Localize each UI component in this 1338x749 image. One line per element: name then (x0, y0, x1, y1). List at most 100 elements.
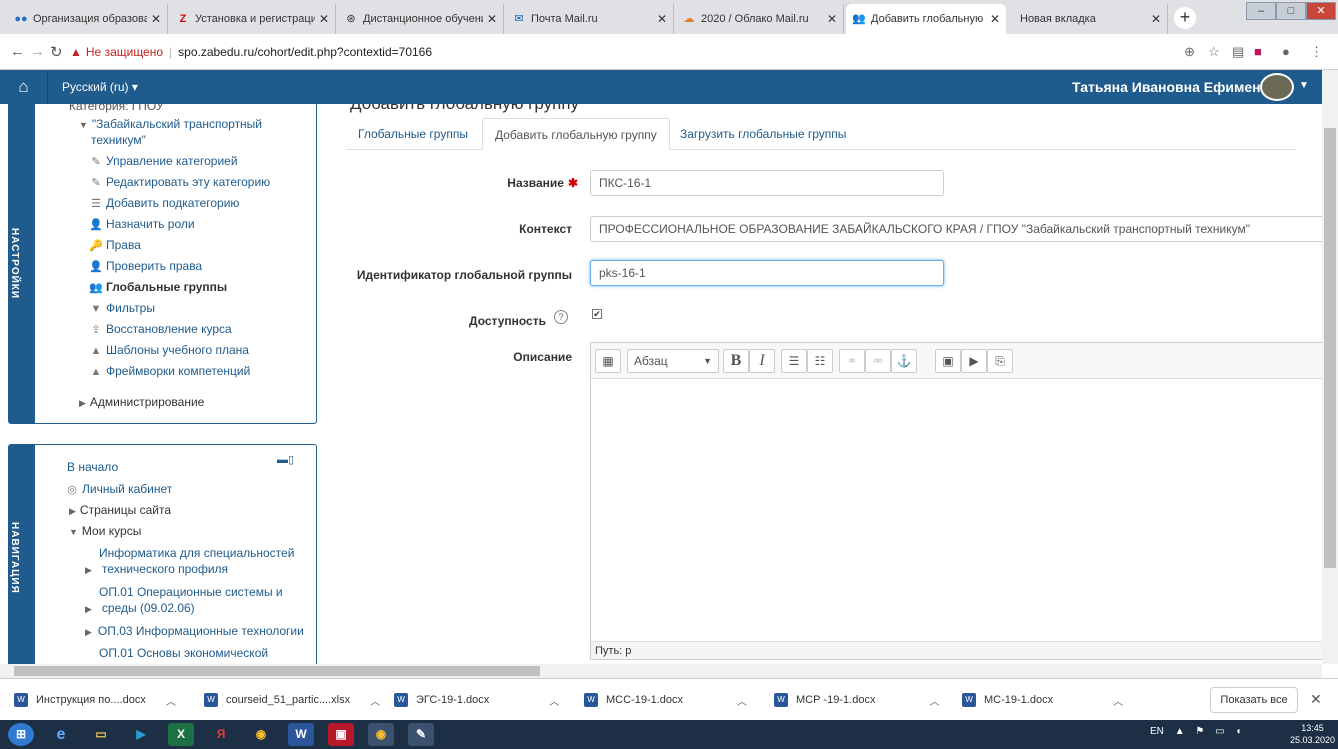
vertical-scrollbar[interactable] (1322, 70, 1338, 664)
anchor-icon[interactable]: ⚓ (891, 349, 917, 373)
flag-icon[interactable]: ⚑ (1195, 726, 1204, 737)
download-item[interactable]: W Инструкция по....docx ︿ (14, 689, 176, 711)
avatar[interactable] (1260, 73, 1294, 101)
browser-tab[interactable]: Новая вкладка ✕ (1008, 4, 1168, 34)
app-icon[interactable]: ✎ (408, 723, 434, 746)
tree-item[interactable]: ☰ Добавить подкатегорию (89, 195, 239, 212)
download-item[interactable]: W ЭГС-19-1.docx ︿ (394, 689, 559, 711)
visible-checkbox[interactable]: ✔ (592, 309, 602, 319)
close-icon[interactable]: ✕ (657, 12, 667, 26)
ie-icon[interactable]: e (48, 723, 74, 746)
browser-tab[interactable]: ✉ Почта Mail.ru ✕ (506, 4, 674, 34)
tree-item[interactable]: ▼ "Забайкальский транспортный (79, 116, 262, 133)
name-input[interactable]: ПКС-16-1 (590, 170, 944, 196)
dock-icon[interactable]: ▬▯ (277, 453, 294, 466)
tree-item[interactable]: ◎ Личный кабинет (65, 481, 172, 498)
browser-tab[interactable]: Z Установка и регистраци ✕ (170, 4, 336, 34)
url-input[interactable]: ▲ Не защищено | spo.zabedu.ru/cohort/edi… (70, 40, 1170, 64)
tree-item[interactable]: 👤 Проверить права (89, 258, 202, 275)
tab-add-cohort[interactable]: Добавить глобальную группу (482, 118, 670, 150)
minimize-button[interactable]: – (1246, 2, 1276, 20)
back-icon[interactable]: ← (10, 43, 25, 60)
menu-icon[interactable]: ⋮ (1310, 44, 1323, 60)
download-item[interactable]: W МСС-19-1.docx ︿ (584, 689, 747, 711)
close-icon[interactable]: ✕ (827, 12, 837, 26)
home-icon[interactable]: ⌂ (0, 70, 48, 104)
security-status[interactable]: Не защищено (86, 45, 163, 59)
chevron-up-icon[interactable]: ▲ (1175, 726, 1185, 737)
network-icon[interactable]: ▭ (1215, 726, 1224, 737)
bold-button[interactable]: B (723, 349, 749, 373)
extension-icon[interactable]: ■ (1254, 44, 1262, 59)
tree-item[interactable]: ⇪ Восстановление курса (89, 321, 231, 338)
tree-item-active[interactable]: 👥 Глобальные группы (89, 279, 227, 296)
maximize-button[interactable]: □ (1276, 2, 1306, 20)
horizontal-scrollbar[interactable] (0, 664, 1322, 678)
bullet-list-icon[interactable]: ☰ (781, 349, 807, 373)
tree-item[interactable]: 👤 Назначить роли (89, 216, 194, 233)
excel-icon[interactable]: X (168, 723, 194, 746)
browser-tab[interactable]: ☁ 2020 / Облако Mail.ru ✕ (676, 4, 844, 34)
manage-files-icon[interactable]: ⎘ (987, 349, 1013, 373)
close-icon[interactable]: ✕ (1151, 12, 1161, 26)
tree-item[interactable]: ▼ Фильтры (89, 300, 155, 317)
show-all-downloads-button[interactable]: Показать все (1210, 687, 1298, 713)
tab-cohorts[interactable]: Глобальные группы (346, 118, 480, 150)
clock[interactable]: 13:45 25.03.2020 (1290, 722, 1335, 746)
forward-icon[interactable]: → (30, 43, 45, 60)
tree-item[interactable]: ▼ Мои курсы (69, 523, 141, 540)
folder-icon[interactable]: ▭ (88, 723, 114, 746)
tree-item[interactable]: Информатика для специальностей (99, 545, 294, 561)
chrome-icon[interactable]: ◉ (248, 723, 274, 746)
chrome-icon[interactable]: ◉ (368, 723, 394, 746)
zoom-icon[interactable]: ⊕ (1184, 44, 1195, 60)
help-icon[interactable]: ? (554, 310, 568, 324)
close-icon[interactable]: ✕ (319, 12, 329, 26)
close-icon[interactable]: ✕ (487, 12, 497, 26)
numbered-list-icon[interactable]: ☷ (807, 349, 833, 373)
chevron-down-icon[interactable]: ▼ (1299, 80, 1309, 91)
start-button-icon[interactable]: ⊞ (8, 723, 34, 746)
volume-icon[interactable]: ◖ (1235, 726, 1241, 737)
tab-upload-cohorts[interactable]: Загрузить глобальные группы (668, 118, 858, 150)
save-icon[interactable]: ▣ (328, 723, 354, 746)
reload-icon[interactable]: ↻ (50, 43, 63, 61)
new-tab-button[interactable]: + (1174, 7, 1196, 29)
tree-item[interactable]: ✎ Управление категорией (89, 153, 237, 170)
image-icon[interactable]: ▣ (935, 349, 961, 373)
tree-item[interactable]: ▶ среды (09.02.06) (85, 600, 195, 617)
toolbar-toggle-icon[interactable]: ▦ (595, 349, 621, 373)
tree-item[interactable]: ✎ Редактировать эту категорию (89, 174, 270, 191)
yandex-icon[interactable]: Я (208, 723, 234, 746)
italic-button[interactable]: I (749, 349, 775, 373)
browser-tab-active[interactable]: 👥 Добавить глобальную г ✕ (846, 4, 1006, 34)
tree-item[interactable]: техникум" (91, 132, 146, 148)
media-icon[interactable]: ▶ (961, 349, 987, 373)
star-icon[interactable]: ☆ (1208, 44, 1220, 60)
extension-icon[interactable]: ▤ (1232, 44, 1244, 60)
tree-item[interactable]: В начало (67, 459, 118, 475)
language-indicator[interactable]: EN (1150, 726, 1164, 737)
editor-content[interactable] (591, 379, 1322, 643)
close-icon[interactable]: ✕ (1310, 691, 1322, 708)
language-menu[interactable]: Русский (ru) ▾ (62, 80, 138, 94)
link-icon[interactable]: ⚭ (839, 349, 865, 373)
close-icon[interactable]: ✕ (151, 12, 161, 26)
tree-item[interactable]: ▶ технического профиля (85, 561, 228, 578)
download-item[interactable]: Wcourseid_51_partic....xlsx ︿ (204, 689, 380, 711)
word-icon[interactable]: W (288, 723, 314, 746)
tree-item[interactable]: ▶ ОП.03 Информационные технологии (85, 623, 304, 640)
tree-item[interactable]: 🔑 Права (89, 237, 141, 254)
scroll-thumb[interactable] (1324, 128, 1336, 568)
tree-item[interactable]: ОП.01 Основы экономической (99, 645, 268, 661)
media-player-icon[interactable]: ▶ (128, 723, 154, 746)
tree-item[interactable]: Категория: ГПОУ (69, 104, 164, 114)
tree-item[interactable]: ▲ Фреймворки компетенций (89, 363, 251, 380)
download-item[interactable]: W МС-19-1.docx ︿ (962, 689, 1123, 711)
cohort-id-input[interactable]: pks-16-1 (590, 260, 944, 286)
window-close-button[interactable]: ✕ (1306, 2, 1336, 20)
tree-item[interactable]: ОП.01 Операционные системы и (99, 584, 283, 600)
scroll-thumb[interactable] (14, 666, 540, 676)
format-select[interactable]: Абзац ▼ (627, 349, 719, 373)
tree-item[interactable]: ▶ Страницы сайта (69, 502, 171, 519)
